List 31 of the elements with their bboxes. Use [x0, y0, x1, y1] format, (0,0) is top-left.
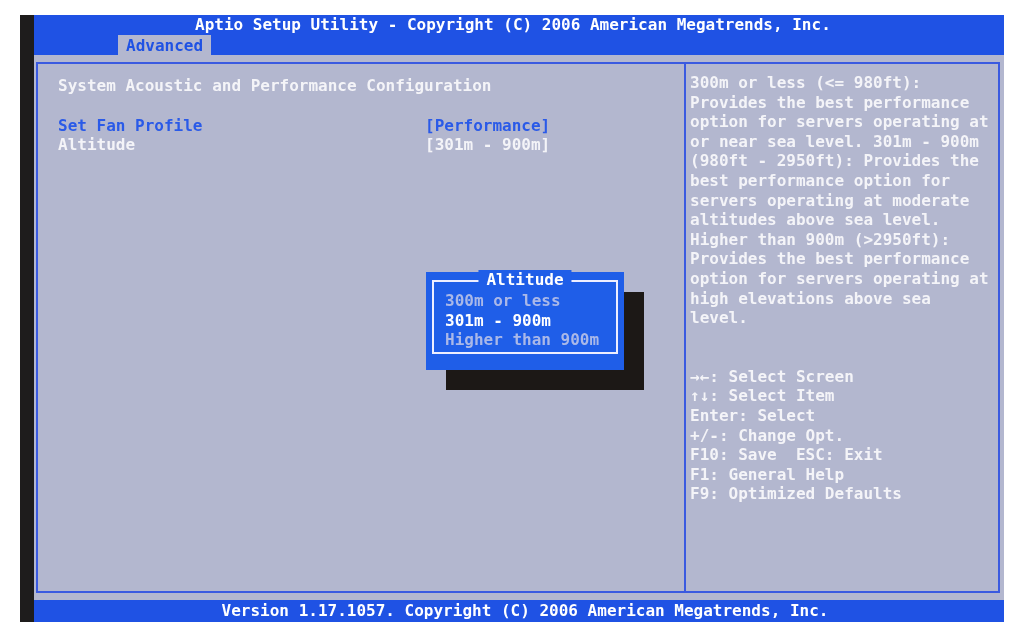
key-help-text: →←: Select Screen: [690, 366, 855, 387]
setting-label[interactable]: Set Fan Profile: [58, 115, 425, 136]
menu-tab[interactable]: Advanced: [118, 35, 212, 57]
help-text: Provides the best performance: [690, 92, 971, 113]
popup-option[interactable]: Higher than 900m: [445, 330, 616, 350]
popup-option[interactable]: 300m or less: [445, 291, 616, 311]
version-text: Version 1.17.1057. Copyright (C) 2006 American Megatrends, Inc.: [221, 601, 829, 620]
help-text: high elevations above sea: [690, 288, 932, 309]
help-text: 300m or less (<= 980ft):: [690, 73, 923, 93]
help-text: Higher than 900m (>2950ft):: [690, 229, 952, 250]
help-text: level.: [690, 308, 749, 328]
help-text: or near sea level. 301m - 900m: [690, 131, 980, 152]
key-help-text: ↑↓: Select Item: [690, 386, 836, 406]
help-text: best performance option for: [690, 170, 952, 191]
key-help-text: F10: Save ESC: Exit: [690, 445, 884, 465]
section-title: System Acoustic and Performance Configuration: [58, 76, 493, 96]
key-help-text: Enter: Select: [690, 405, 817, 426]
window-title: Aptio Setup Utility - Copyright (C) 2006 American Megatrends, Inc.: [195, 15, 831, 35]
setting-value[interactable]: [Performance]: [425, 115, 551, 136]
key-help-text: F1: General Help: [690, 464, 846, 485]
setting-label[interactable]: Altitude: [58, 135, 425, 155]
key-help-text: F9: Optimized Defaults: [690, 484, 903, 504]
help-text: option for servers operating at: [690, 268, 990, 289]
help-text: (980ft - 2950ft): Provides the: [690, 151, 980, 171]
setting-value[interactable]: [301m - 900m]: [425, 135, 551, 155]
help-text: Provides the best performance: [690, 249, 971, 269]
key-help-text: +/-: Change Opt.: [690, 425, 846, 446]
help-text: option for servers operating at: [690, 112, 990, 132]
help-text: servers operating at moderate: [690, 190, 971, 211]
popup-option[interactable]: 301m - 900m: [445, 310, 616, 331]
help-text: altitudes above sea level.: [690, 210, 942, 230]
